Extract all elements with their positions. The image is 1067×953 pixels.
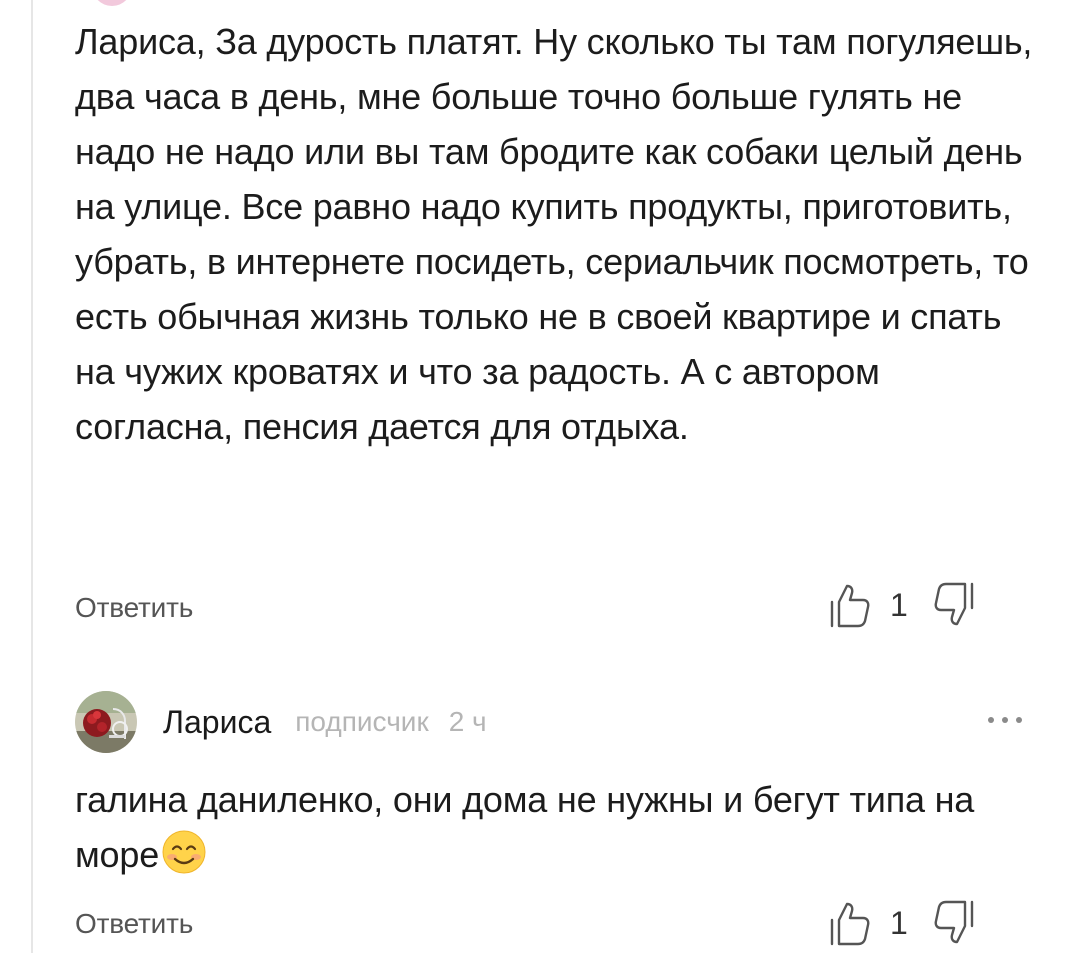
vote-controls: 1 <box>824 898 980 948</box>
reply-button[interactable]: Ответить <box>75 592 193 624</box>
like-count: 1 <box>890 904 908 941</box>
comment-text: Лариса, За дурость платят. Ну сколько ты… <box>75 21 1033 447</box>
comment-text: галина даниленко, они дома не нужны и бе… <box>75 772 1035 882</box>
more-options-button[interactable] <box>985 708 1025 732</box>
vote-controls: 1 <box>824 580 980 630</box>
timestamp: 2 ч <box>448 706 487 737</box>
like-count: 1 <box>890 586 908 623</box>
thumbs-down-icon <box>934 900 973 944</box>
thread-line <box>31 0 33 953</box>
thumbs-up-icon <box>830 584 870 628</box>
avatar[interactable] <box>75 691 137 753</box>
dislike-button[interactable] <box>930 580 980 630</box>
dislike-button[interactable] <box>930 898 980 948</box>
comment-header: Лариса подписчик 2 ч <box>75 691 1025 753</box>
thumbs-up-icon <box>830 902 870 946</box>
comment-text-content: галина даниленко, они дома не нужны и бе… <box>75 779 975 875</box>
author-name[interactable]: Лариса <box>163 704 271 741</box>
smiling-face-emoji-icon <box>162 830 206 874</box>
more-dots-icon <box>988 717 1022 723</box>
thumbs-down-icon <box>934 582 973 626</box>
subscriber-badge: подписчик <box>295 706 429 737</box>
avatar-partial <box>92 0 132 6</box>
avatar-image-icon <box>75 691 137 753</box>
reply-button[interactable]: Ответить <box>75 908 193 940</box>
like-button[interactable] <box>824 580 874 630</box>
like-button[interactable] <box>824 898 874 948</box>
